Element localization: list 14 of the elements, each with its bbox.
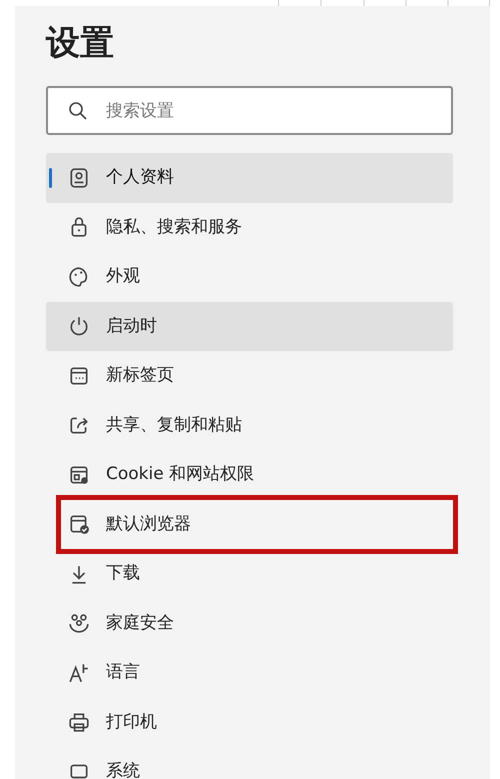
window-check-icon — [68, 513, 90, 536]
new-tab-icon — [68, 364, 90, 387]
profile-icon — [68, 166, 90, 189]
settings-title: 设置 — [46, 22, 114, 65]
menu-item[interactable]: 启动时 — [46, 302, 453, 351]
palette-icon — [68, 266, 90, 288]
search-icon — [68, 101, 88, 121]
language-icon — [68, 662, 90, 684]
window-gear-icon — [68, 464, 90, 486]
family-icon — [68, 612, 90, 634]
power-icon — [68, 315, 90, 338]
search-field[interactable]: 搜索设置 — [46, 86, 453, 135]
menu-item[interactable]: 个人资料 — [46, 153, 453, 202]
printer-icon — [68, 711, 90, 734]
